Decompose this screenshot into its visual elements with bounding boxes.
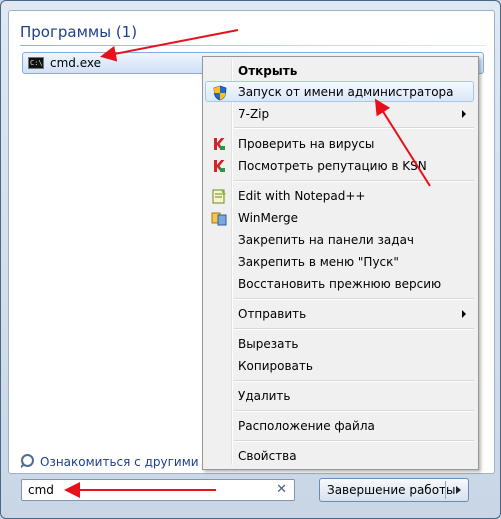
programs-section-title: Программы (1) [20, 23, 138, 41]
menu-item-label: Открыть [238, 64, 298, 78]
see-more-results-label: Ознакомиться с другими результатами [40, 455, 211, 469]
menu-item-ksn-reputation[interactable]: Посмотреть репутацию в KSN [205, 155, 474, 176]
menu-item-label: Закрепить в меню "Пуск" [238, 255, 399, 269]
menu-item-label: Вырезать [238, 337, 299, 351]
submenu-arrow-icon [462, 110, 466, 118]
menu-item-copy[interactable]: Копировать [205, 355, 474, 376]
menu-item-pin-taskbar[interactable]: Закрепить на панели задач [205, 229, 474, 250]
menu-item-label: Проверить на вирусы [238, 137, 375, 151]
menu-item-label: Восстановить прежнюю версию [238, 277, 442, 291]
shutdown-split-divider [445, 481, 446, 499]
menu-item-label: Копировать [238, 359, 313, 373]
uac-shield-icon [213, 85, 227, 101]
menu-separator [234, 410, 474, 412]
search-input[interactable]: cmd ✕ [21, 479, 295, 501]
shutdown-button-label: Завершение работы [327, 483, 456, 497]
winmerge-icon [211, 212, 227, 226]
program-result-label: cmd.exe [50, 56, 102, 70]
menu-separator [234, 127, 474, 129]
menu-item-properties[interactable]: Свойства [205, 445, 474, 466]
menu-item-file-location[interactable]: Расположение файла [205, 415, 474, 436]
menu-item-label: Расположение файла [238, 419, 375, 433]
menu-separator [234, 298, 474, 300]
menu-item-label: Отправить [238, 307, 307, 321]
menu-item-delete[interactable]: Удалить [205, 385, 474, 406]
menu-item-scan-viruses[interactable]: Проверить на вирусы [205, 133, 474, 154]
context-menu: Открыть Запуск от имени администратора 7… [202, 56, 479, 470]
search-icon [21, 454, 34, 467]
kaspersky-icon [214, 160, 225, 172]
cmd-console-icon: C:\ [28, 57, 44, 69]
menu-item-pin-start-menu[interactable]: Закрепить в меню "Пуск" [205, 251, 474, 272]
menu-item-label: Закрепить на панели задач [238, 233, 415, 247]
search-input-value: cmd [28, 483, 54, 497]
menu-separator [234, 380, 474, 382]
menu-item-label: Посмотреть репутацию в KSN [238, 159, 427, 173]
menu-item-label: Edit with Notepad++ [238, 189, 366, 203]
kaspersky-icon [214, 138, 225, 150]
menu-item-open[interactable]: Открыть [205, 60, 474, 81]
shutdown-button[interactable]: Завершение работы [319, 478, 469, 502]
menu-separator [234, 328, 474, 330]
menu-item-restore-previous[interactable]: Восстановить прежнюю версию [205, 273, 474, 294]
submenu-arrow-icon [462, 310, 466, 318]
menu-item-7zip[interactable]: 7-Zip [205, 103, 474, 124]
menu-item-label: 7-Zip [238, 107, 270, 121]
menu-item-run-as-admin[interactable]: Запуск от имени администратора [205, 81, 474, 102]
menu-separator [234, 440, 474, 442]
menu-item-winmerge[interactable]: WinMerge [205, 207, 474, 228]
menu-item-label: Удалить [238, 389, 291, 403]
section-divider [20, 45, 486, 46]
menu-item-send-to[interactable]: Отправить [205, 303, 474, 324]
menu-item-edit-notepad-plus-plus[interactable]: Edit with Notepad++ [205, 185, 474, 206]
see-more-results-link[interactable]: Ознакомиться с другими результатами [21, 453, 211, 469]
menu-item-label: WinMerge [238, 211, 298, 225]
close-icon[interactable]: ✕ [276, 482, 287, 497]
shutdown-options-arrow-icon[interactable] [456, 486, 461, 494]
notepad-plus-plus-icon [212, 189, 226, 204]
menu-item-cut[interactable]: Вырезать [205, 333, 474, 354]
menu-item-label: Запуск от имени администратора [238, 85, 454, 99]
menu-separator [234, 180, 474, 182]
menu-item-label: Свойства [238, 449, 297, 463]
